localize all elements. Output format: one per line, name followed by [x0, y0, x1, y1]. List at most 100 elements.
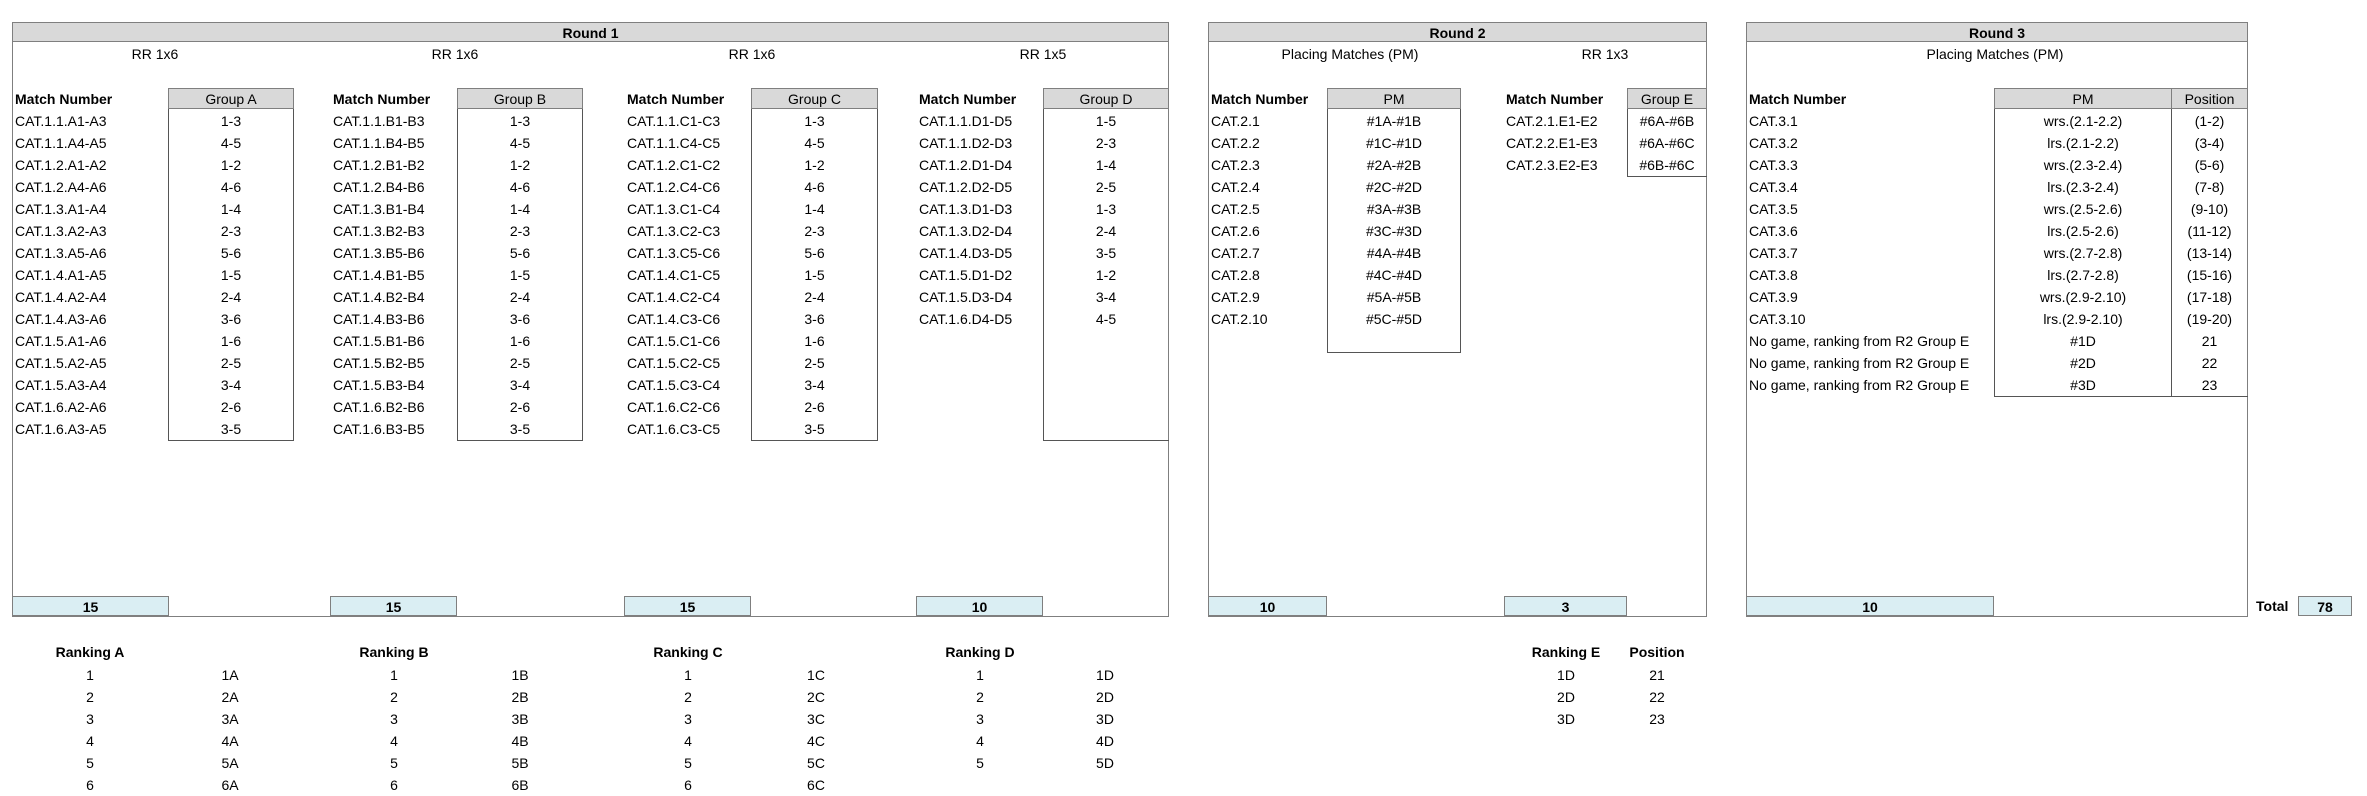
match-pair-cell: #3A-#3B — [1366, 201, 1422, 217]
match-pair-cell: 3-5 — [220, 421, 242, 437]
match-pair-cell: #6A-#6C — [1639, 135, 1695, 151]
ranking-rank-cell: 5 — [86, 755, 94, 771]
grand-total-value: 78 — [2298, 596, 2352, 616]
match-number-cell: CAT.1.2.D1-D4 — [919, 157, 1013, 173]
match-number-cell: CAT.1.2.B4-B6 — [333, 179, 425, 195]
group-a-pair-list: 1-3 4-5 1-2 4-6 1-4 2-3 5-6 1-5 2-4 3-6 1-6 2-5 3-4 2… — [168, 110, 294, 440]
round3-match-header: Match Number — [1749, 91, 1847, 107]
match-pair-cell: #5A-#5B — [1366, 289, 1422, 305]
match-number-cell: CAT.1.4.A3-A6 — [15, 311, 107, 327]
match-number-cell: CAT.1.5.B1-B6 — [333, 333, 425, 349]
match-number-cell: CAT.1.2.B1-B2 — [333, 157, 425, 173]
match-pair-cell: 1-4 — [220, 201, 242, 217]
match-number-cell: CAT.1.5.D3-D4 — [919, 289, 1013, 305]
match-number-cell: CAT.1.1.B4-B5 — [333, 135, 425, 151]
ranking-rank-cell: 6 — [684, 777, 692, 793]
match-pair-cell: 2-3 — [1095, 135, 1117, 151]
match-number-cell: CAT.1.4.B3-B6 — [333, 311, 425, 327]
pm-match-list: CAT.2.1 CAT.2.2 CAT.2.3 CAT.2.4 CAT.2.5 CAT.2… — [1211, 110, 1325, 330]
ranking-c-ranks: 1 2 3 4 5 6 — [658, 664, 718, 796]
match-pair-cell: 3-5 — [804, 421, 825, 437]
match-pair-cell: 1-6 — [220, 333, 242, 349]
match-number-cell: CAT.1.3.D2-D4 — [919, 223, 1013, 239]
match-pair-cell: 1-4 — [509, 201, 531, 217]
ranking-code-cell: 4B — [511, 733, 529, 749]
match-number-cell: CAT.1.3.C2-C3 — [627, 223, 721, 239]
match-pair-cell: #6A-#6B — [1639, 113, 1695, 129]
match-pair-cell: 2-4 — [220, 289, 242, 305]
position-cell: (3-4) — [2194, 135, 2225, 151]
match-number-cell: CAT.1.5.C2-C5 — [627, 355, 721, 371]
match-number-cell: CAT.1.3.A5-A6 — [15, 245, 107, 261]
group-b-match-header: Match Number — [333, 91, 431, 107]
group-d-match-header: Match Number — [919, 91, 1017, 107]
match-pair-cell: 2-5 — [804, 355, 825, 371]
group-c-match-header: Match Number — [627, 91, 725, 107]
grand-total-label: Total — [2256, 598, 2289, 614]
match-number-cell: CAT.2.8 — [1211, 267, 1260, 283]
position-cell: (7-8) — [2194, 179, 2225, 195]
match-pair-cell: 3-5 — [509, 421, 531, 437]
ranking-code-cell: 3D — [1096, 711, 1114, 727]
match-pair-cell: #5C-#5D — [1365, 311, 1423, 327]
ranking-code-cell: 2C — [807, 689, 825, 705]
ranking-d-header: Ranking D — [945, 644, 1015, 660]
position-cell: (17-18) — [2186, 289, 2233, 305]
ranking-rank-cell: 1 — [86, 667, 94, 683]
ranking-code-cell: 3C — [807, 711, 825, 727]
match-pair-cell: 5-6 — [220, 245, 242, 261]
group-a-subtitle: RR 1x6 — [131, 46, 179, 62]
match-pair-cell: 2-5 — [509, 355, 531, 371]
match-pair-cell: 2-4 — [804, 289, 825, 305]
ranking-position-cell: 21 — [1649, 667, 1665, 683]
match-number-cell: CAT.1.6.A2-A6 — [15, 399, 107, 415]
ranking-rank-cell: 1 — [684, 667, 692, 683]
group-c-total: 15 — [624, 596, 751, 616]
match-number-cell: CAT.2.2 — [1211, 135, 1260, 151]
ranking-code-cell: 4D — [1096, 733, 1114, 749]
match-pair-cell: 5-6 — [509, 245, 531, 261]
match-number-cell: CAT.1.4.C1-C5 — [627, 267, 721, 283]
match-pair-cell: 1-2 — [804, 157, 825, 173]
match-pair-cell: #4C-#4D — [1365, 267, 1423, 283]
group-b-total: 15 — [330, 596, 457, 616]
match-number-cell: No game, ranking from R2 Group E — [1749, 355, 1970, 371]
match-pair-cell: 3-4 — [1095, 289, 1117, 305]
ranking-rank-cell: 6 — [86, 777, 94, 793]
ranking-rank-cell: 3 — [976, 711, 984, 727]
match-number-cell: CAT.1.3.B1-B4 — [333, 201, 425, 217]
match-pair-cell: #3D — [2070, 377, 2096, 393]
ranking-code-cell: 1D — [1096, 667, 1114, 683]
position-cell: (9-10) — [2190, 201, 2229, 217]
match-number-cell: CAT.1.3.A1-A4 — [15, 201, 107, 217]
match-number-cell: CAT.2.10 — [1211, 311, 1268, 327]
ranking-code-cell: 5A — [221, 755, 239, 771]
match-number-cell: CAT.1.1.D1-D5 — [919, 113, 1013, 129]
round3-subtitle: Placing Matches (PM) — [1926, 46, 2064, 62]
match-number-cell: CAT.2.3 — [1211, 157, 1260, 173]
ranking-code-cell: 5B — [511, 755, 529, 771]
match-pair-cell: 1-3 — [509, 113, 531, 129]
ranking-rank-cell: 1D — [1557, 667, 1575, 683]
match-pair-cell: #1A-#1B — [1366, 113, 1422, 129]
match-pair-cell: 2-4 — [1095, 223, 1117, 239]
round2-title: Round 2 — [1208, 22, 1707, 42]
ranking-rank-cell: 3 — [684, 711, 692, 727]
group-e-header: Group E — [1627, 88, 1707, 109]
ranking-rank-cell: 3D — [1557, 711, 1575, 727]
ranking-code-cell: 1B — [511, 667, 529, 683]
match-pair-cell: 4-5 — [1095, 311, 1117, 327]
match-number-cell: CAT.1.2.C1-C2 — [627, 157, 721, 173]
group-c-pair-list: 1-3 4-5 1-2 4-6 1-4 2-3 5-6 1-5 2-4 3-6 1-6 2-5 3-4 2… — [751, 110, 878, 440]
match-number-cell: CAT.3.3 — [1749, 157, 1798, 173]
match-number-cell: CAT.1.6.C2-C6 — [627, 399, 721, 415]
ranking-rank-cell: 4 — [684, 733, 692, 749]
match-number-cell: CAT.2.9 — [1211, 289, 1260, 305]
match-pair-cell: #4A-#4B — [1366, 245, 1422, 261]
ranking-rank-cell: 6 — [390, 777, 398, 793]
match-pair-cell: 4-6 — [220, 179, 242, 195]
ranking-code-cell: 3B — [511, 711, 529, 727]
ranking-rank-cell: 4 — [86, 733, 94, 749]
match-pair-cell: 2-6 — [509, 399, 531, 415]
match-pair-cell: #2D — [2070, 355, 2096, 371]
